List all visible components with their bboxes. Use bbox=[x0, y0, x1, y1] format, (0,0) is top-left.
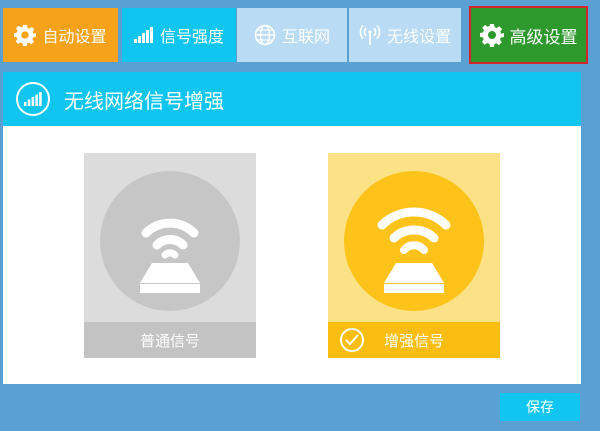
gear-icon bbox=[14, 24, 37, 46]
panel-body: 普通信号 增强信号 bbox=[3, 126, 581, 384]
tab-label: 信号强度 bbox=[159, 27, 224, 46]
panel-title: 无线网络信号增强 bbox=[64, 88, 224, 113]
signal-bars-icon bbox=[133, 27, 154, 43]
signal-bars-icon bbox=[16, 82, 50, 116]
globe-icon bbox=[254, 24, 276, 46]
boost-signal-option[interactable]: 增强信号 bbox=[328, 153, 500, 358]
option-label: 增强信号 bbox=[383, 331, 444, 350]
tab-label: 自动设置 bbox=[42, 27, 107, 46]
tab-signal-strength[interactable]: 信号强度 bbox=[122, 8, 236, 62]
tab-auto-settings[interactable]: 自动设置 bbox=[3, 8, 118, 62]
option-footer: 普通信号 bbox=[84, 322, 256, 358]
top-tab-bar: 自动设置 信号强度 互联网 无线设置 高级设置 bbox=[0, 0, 600, 66]
wireless-antenna-icon bbox=[359, 24, 381, 46]
check-circle-icon bbox=[340, 328, 364, 352]
router-wifi-icon bbox=[140, 218, 200, 293]
tab-label: 互联网 bbox=[281, 27, 330, 46]
normal-signal-option[interactable]: 普通信号 bbox=[84, 153, 256, 358]
tab-advanced-settings[interactable]: 高级设置 bbox=[469, 6, 588, 64]
gear-icon bbox=[479, 23, 504, 47]
option-circle bbox=[344, 171, 484, 311]
router-wifi-icon bbox=[377, 207, 451, 293]
tab-label: 无线设置 bbox=[386, 27, 451, 46]
panel-header: 无线网络信号增强 bbox=[3, 72, 581, 126]
save-button[interactable]: 保存 bbox=[500, 393, 580, 421]
tab-label: 高级设置 bbox=[509, 27, 578, 48]
tab-internet[interactable]: 互联网 bbox=[237, 8, 347, 62]
option-label: 普通信号 bbox=[139, 331, 200, 350]
option-footer: 增强信号 bbox=[328, 322, 500, 358]
tab-wireless-settings[interactable]: 无线设置 bbox=[349, 8, 461, 62]
option-circle bbox=[100, 171, 240, 311]
